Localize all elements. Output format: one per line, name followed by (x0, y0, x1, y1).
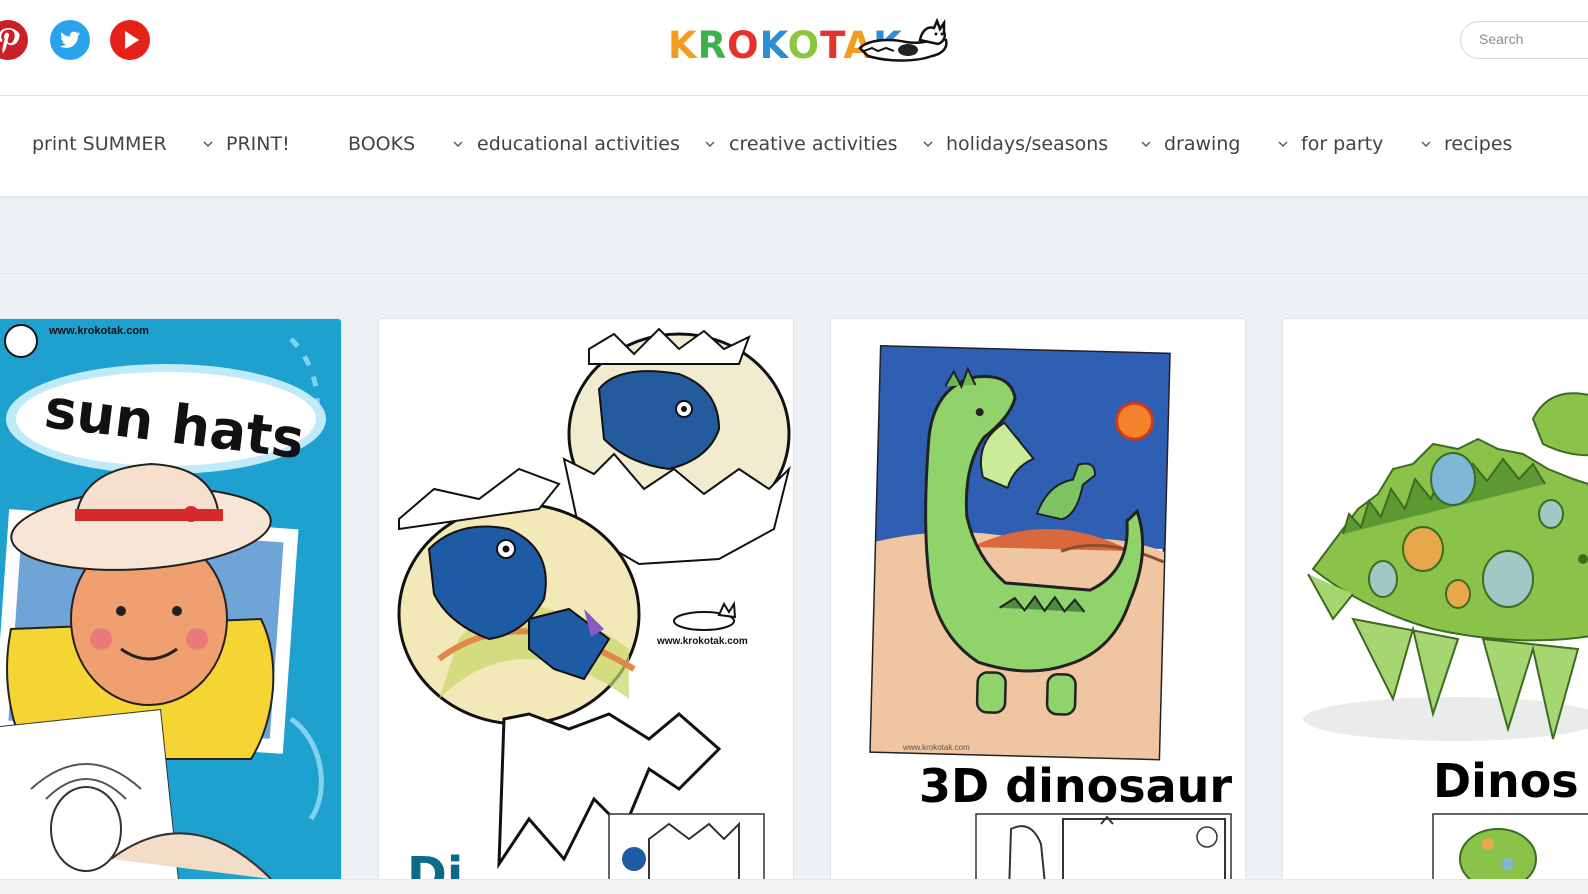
nav-item-drawing[interactable]: drawing (1164, 133, 1240, 155)
youtube-icon[interactable] (110, 20, 150, 60)
chevron-down-icon[interactable] (1420, 140, 1432, 148)
post-card-3d-dinosaur[interactable]: 3D dinosaur www.krokotak.com (830, 318, 1246, 893)
chevron-down-icon[interactable] (1277, 140, 1289, 148)
logo-letter: R (697, 24, 728, 67)
site-header: KROKOTAK (0, 0, 1588, 96)
card-watermark: www.krokotak.com (49, 325, 149, 337)
nav-item-recipes[interactable]: recipes (1444, 133, 1512, 155)
chevron-down-icon[interactable] (1140, 140, 1152, 148)
nav-item-creative-activities[interactable]: creative activities (729, 133, 898, 155)
nav-item-books[interactable]: BOOKS (348, 133, 415, 155)
nav-item-for-party[interactable]: for party (1301, 133, 1383, 155)
logo-letter: O (787, 24, 821, 67)
twitter-icon[interactable] (50, 20, 90, 60)
nav-item-print[interactable]: PRINT! (226, 133, 290, 155)
bottom-edge (0, 879, 1588, 894)
chevron-down-icon[interactable] (922, 140, 934, 148)
nav-item-educational-activities[interactable]: educational activities (477, 133, 680, 155)
site-logo[interactable]: KROKOTAK (668, 18, 958, 70)
section-divider (0, 273, 1588, 274)
logo-letter: K (759, 24, 788, 67)
card-image-title: Dinos (1433, 754, 1579, 808)
search-box[interactable] (1460, 21, 1588, 59)
crocodile-cat-logo-icon (858, 18, 948, 62)
post-card-sun-hats[interactable]: www.krokotak.com sun hats (0, 318, 342, 893)
chevron-down-icon[interactable] (202, 140, 214, 148)
logo-letter: K (668, 24, 698, 67)
post-card-dino-eggs[interactable]: www.krokotak.com Di (378, 318, 794, 893)
card-watermark: www.krokotak.com (657, 636, 748, 647)
dinosaur-egg-craft-image (379, 319, 793, 892)
nav-item-holidays-seasons[interactable]: holidays/seasons (946, 133, 1108, 155)
card-image-title: 3D dinosaur (919, 759, 1233, 813)
chevron-down-icon[interactable] (704, 140, 716, 148)
pinterest-icon[interactable] (0, 20, 28, 60)
card-watermark: www.krokotak.com (903, 743, 970, 752)
logo-letter: O (727, 24, 760, 67)
chevron-down-icon[interactable] (452, 140, 464, 148)
search-input[interactable] (1479, 31, 1588, 47)
main-nav: print SUMMER PRINT! BOOKS educational ac… (0, 96, 1588, 197)
logo-letter: T (820, 24, 844, 67)
nav-item-print-summer[interactable]: print SUMMER (32, 133, 167, 155)
post-card-dinosaur[interactable]: Dinos (1282, 318, 1588, 893)
